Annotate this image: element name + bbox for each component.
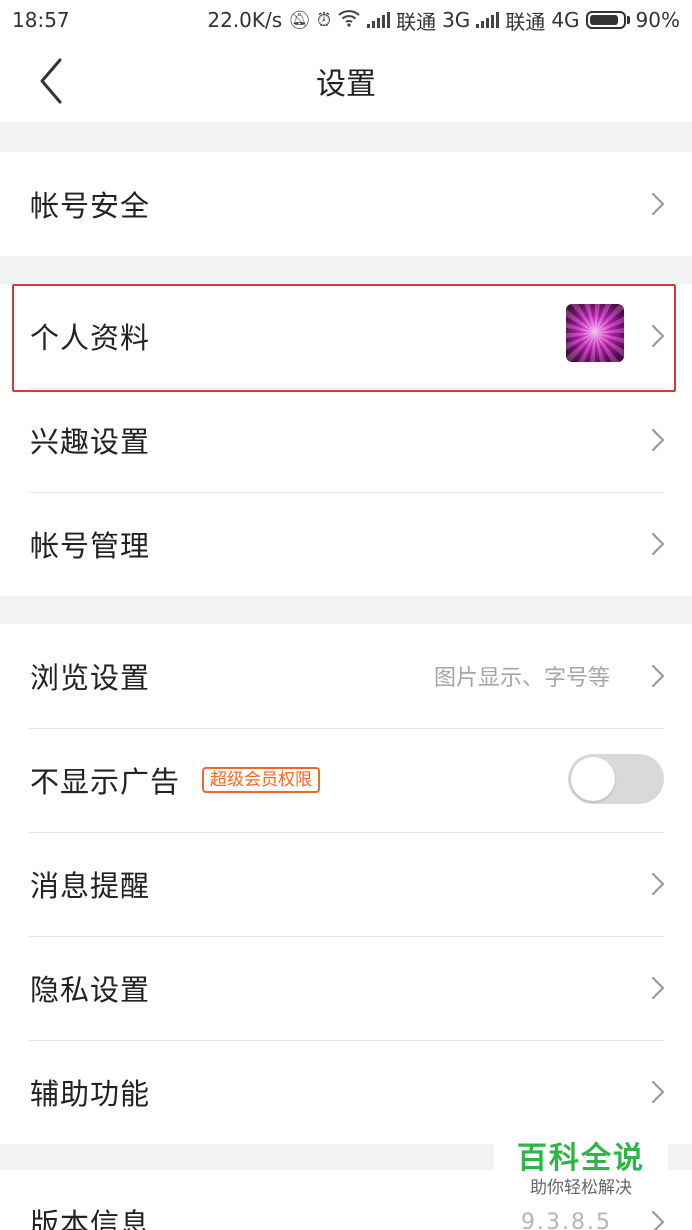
settings-item-account-security[interactable]: 帐号安全 (0, 152, 692, 256)
settings-item-label: 消息提醒 (30, 869, 151, 903)
settings-item-label: 不显示广告 (30, 765, 181, 799)
chevron-right-icon (651, 532, 665, 556)
settings-group-general: 浏览设置 图片显示、字号等 不显示广告 超级会员权限 消息提醒 隐私设置 辅助功… (0, 624, 692, 1144)
wifi-icon (337, 9, 361, 32)
battery-level: 90% (635, 8, 680, 32)
mute-icon: 🔕︎ (288, 9, 312, 31)
settings-item-label: 辅助功能 (30, 1077, 151, 1111)
status-time: 18:57 (12, 8, 70, 32)
settings-item-profile[interactable]: 个人资料 (0, 284, 692, 388)
status-right: 22.0K/s 🔕︎ ⏰︎ 联通 3G 联通 4G 90% (207, 6, 680, 35)
no-ads-toggle[interactable] (568, 754, 664, 804)
back-button[interactable] (28, 56, 78, 106)
chevron-right-icon (651, 1080, 665, 1104)
settings-item-no-ads: 不显示广告 超级会员权限 (0, 728, 692, 832)
settings-item-label: 兴趣设置 (30, 425, 151, 459)
settings-item-label: 版本信息 (30, 1207, 151, 1230)
chevron-right-icon (651, 976, 665, 1000)
avatar (566, 304, 624, 362)
watermark-subtitle: 助你轻松解决 (530, 1178, 632, 1198)
chevron-right-icon (651, 664, 665, 688)
vip-badge: 超级会员权限 (202, 767, 321, 793)
settings-item-accessibility[interactable]: 辅助功能 (0, 1040, 692, 1144)
settings-item-hint: 图片显示、字号等 (433, 666, 610, 691)
chevron-right-icon (651, 192, 665, 216)
settings-item-label: 浏览设置 (30, 661, 151, 695)
chevron-right-icon (651, 872, 665, 896)
toggle-knob (571, 757, 615, 801)
signal-icon (476, 12, 500, 28)
chevron-left-icon (40, 58, 62, 104)
chevron-right-icon (651, 324, 665, 348)
chevron-right-icon (651, 428, 665, 452)
network-type-1: 3G (442, 8, 471, 32)
watermark-title: 百科全说 (517, 1141, 645, 1176)
settings-group-profile: 个人资料 兴趣设置 帐号管理 (0, 284, 692, 596)
settings-item-label: 帐号管理 (30, 529, 151, 563)
carrier-1: 联通 (396, 9, 437, 34)
watermark-logo: 百科全说 助你轻松解决 (494, 1134, 668, 1206)
version-number: 9.3.8.5 (521, 1209, 612, 1230)
network-type-2: 4G (551, 8, 580, 32)
settings-item-account-management[interactable]: 帐号管理 (0, 492, 692, 596)
settings-item-notifications[interactable]: 消息提醒 (0, 832, 692, 936)
settings-item-privacy[interactable]: 隐私设置 (0, 936, 692, 1040)
network-speed: 22.0K/s (207, 8, 283, 32)
page-title: 设置 (316, 67, 376, 102)
chevron-right-icon (651, 1210, 665, 1230)
battery-icon (585, 11, 630, 29)
settings-item-label: 个人资料 (30, 321, 151, 355)
settings-item-label: 隐私设置 (30, 973, 151, 1007)
signal-icon (367, 12, 391, 28)
nav-bar: 设置 (0, 40, 692, 122)
carrier-2: 联通 (505, 9, 546, 34)
settings-group-account: 帐号安全 (0, 152, 692, 256)
settings-item-interests[interactable]: 兴趣设置 (0, 388, 692, 492)
status-bar: 18:57 22.0K/s 🔕︎ ⏰︎ 联通 3G 联通 4G 90% (0, 0, 692, 40)
settings-item-label: 帐号安全 (30, 189, 151, 223)
alarm-icon: ⏰︎ (317, 9, 332, 31)
settings-item-browsing[interactable]: 浏览设置 图片显示、字号等 (0, 624, 692, 728)
